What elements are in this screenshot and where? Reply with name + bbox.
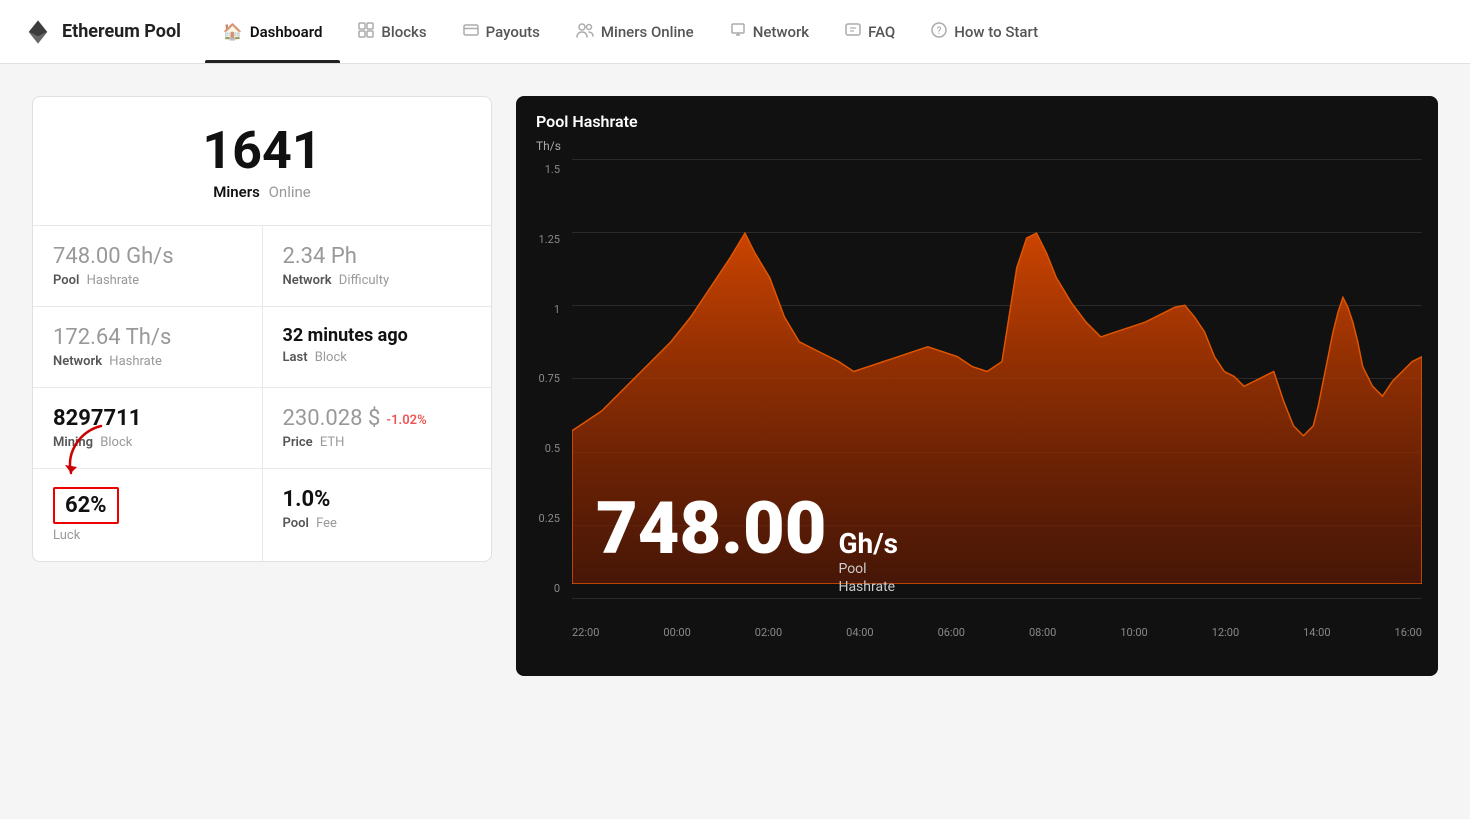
- x-label-00: 00:00: [663, 626, 690, 639]
- brand[interactable]: Ethereum Pool: [24, 18, 181, 46]
- price-label: Price ETH: [283, 435, 472, 450]
- hashrate-difficulty-row: 748.00 Gh/s Pool Hashrate 2.34 Ph Networ…: [33, 226, 491, 307]
- hashrate-big-value: 748.00: [596, 493, 826, 565]
- network-hashrate-label: Network Hashrate: [53, 354, 242, 369]
- pool-hashrate-cell: 748.00 Gh/s Pool Hashrate: [33, 226, 263, 306]
- miners-online-count: 1641: [53, 125, 471, 177]
- last-block-cell: 32 minutes ago Last Block: [263, 307, 492, 387]
- network-icon: [730, 22, 746, 42]
- navbar: Ethereum Pool 🏠 Dashboard Blocks: [0, 0, 1470, 64]
- y-axis-labels: 0 0.25 0.5 0.75 1 1.25 1.5: [516, 159, 566, 599]
- main-content: 1641 Miners Online 748.00 Gh/s Pool Hash…: [0, 64, 1470, 708]
- network-hashrate-value: 172.64 Th/s: [53, 325, 242, 350]
- blocks-icon: [358, 22, 374, 42]
- luck-value-box: 62%: [53, 487, 119, 524]
- nav-item-how-to-start[interactable]: ? How to Start: [913, 0, 1056, 63]
- question-icon: ?: [931, 22, 947, 42]
- x-label-22: 22:00: [572, 626, 599, 639]
- brand-title: Ethereum Pool: [62, 21, 181, 42]
- hashrate-unit: Gh/s PoolHashrate: [838, 527, 898, 596]
- x-axis-labels: 22:00 00:00 02:00 04:00 06:00 08:00 10:0…: [572, 620, 1422, 639]
- hashrate-overlay: 748.00 Gh/s PoolHashrate: [596, 493, 898, 596]
- nav-item-payouts[interactable]: Payouts: [445, 0, 558, 63]
- price-cell: 230.028 $ -1.02% Price ETH: [263, 388, 492, 468]
- y-label-125: 1.25: [522, 233, 560, 246]
- y-label-025: 0.25: [522, 512, 560, 525]
- pool-fee-value: 1.0%: [283, 487, 472, 512]
- network-difficulty-value: 2.34 Ph: [283, 244, 472, 269]
- home-icon: 🏠: [223, 22, 243, 41]
- y-label-075: 0.75: [522, 372, 560, 385]
- luck-fee-row: 62% Luck 1.0% Pool Fee: [33, 469, 491, 561]
- y-label-1: 1: [522, 303, 560, 316]
- y-label-05: 0.5: [522, 442, 560, 455]
- nav-item-dashboard[interactable]: 🏠 Dashboard: [205, 0, 341, 63]
- x-label-06: 06:00: [938, 626, 965, 639]
- chart-panel: Pool Hashrate Th/s 0 0.25 0.5 0.75 1 1.2…: [516, 96, 1438, 676]
- x-label-12: 12:00: [1212, 626, 1239, 639]
- svg-text:?: ?: [937, 26, 942, 37]
- x-label-08: 08:00: [1029, 626, 1056, 639]
- pool-hashrate-value: 748.00 Gh/s: [53, 244, 242, 269]
- price-value: 230.028 $: [283, 406, 381, 431]
- network-hashrate-cell: 172.64 Th/s Network Hashrate: [33, 307, 263, 387]
- luck-label: Luck: [53, 528, 242, 543]
- grid-line-0: [572, 598, 1422, 599]
- price-change-badge: -1.02%: [386, 413, 426, 428]
- x-label-10: 10:00: [1120, 626, 1147, 639]
- payouts-icon: [463, 22, 479, 42]
- chart-title: Pool Hashrate: [516, 96, 1438, 139]
- nav-item-network[interactable]: Network: [712, 0, 827, 63]
- miners-online-section: 1641 Miners Online: [33, 97, 491, 226]
- network-hashrate-lastblock-row: 172.64 Th/s Network Hashrate 32 minutes …: [33, 307, 491, 388]
- nav-item-blocks[interactable]: Blocks: [340, 0, 444, 63]
- pool-fee-label: Pool Fee: [283, 516, 472, 531]
- stats-panel: 1641 Miners Online 748.00 Gh/s Pool Hash…: [32, 96, 492, 562]
- y-label-15: 1.5: [522, 163, 560, 176]
- chart-unit: Th/s: [516, 139, 1438, 159]
- hashrate-sub-label: PoolHashrate: [838, 560, 898, 596]
- x-label-16: 16:00: [1395, 626, 1422, 639]
- miners-online-label: Miners Online: [53, 183, 471, 201]
- x-label-14: 14:00: [1303, 626, 1330, 639]
- network-difficulty-label: Network Difficulty: [283, 273, 472, 288]
- nav-items: 🏠 Dashboard Blocks Payouts: [205, 0, 1056, 63]
- x-label-02: 02:00: [755, 626, 782, 639]
- last-block-value: 32 minutes ago: [283, 325, 472, 346]
- nav-item-faq[interactable]: FAQ: [827, 0, 913, 63]
- pool-hashrate-label: Pool Hashrate: [53, 273, 242, 288]
- miners-icon: [576, 22, 594, 42]
- last-block-label: Last Block: [283, 350, 472, 365]
- ethereum-icon: [24, 18, 52, 46]
- luck-cell: 62% Luck: [33, 469, 263, 561]
- nav-item-miners[interactable]: Miners Online: [558, 0, 712, 63]
- x-label-04: 04:00: [846, 626, 873, 639]
- network-difficulty-cell: 2.34 Ph Network Difficulty: [263, 226, 492, 306]
- pool-fee-cell: 1.0% Pool Fee: [263, 469, 492, 561]
- faq-icon: [845, 22, 861, 42]
- y-label-0: 0: [522, 582, 560, 595]
